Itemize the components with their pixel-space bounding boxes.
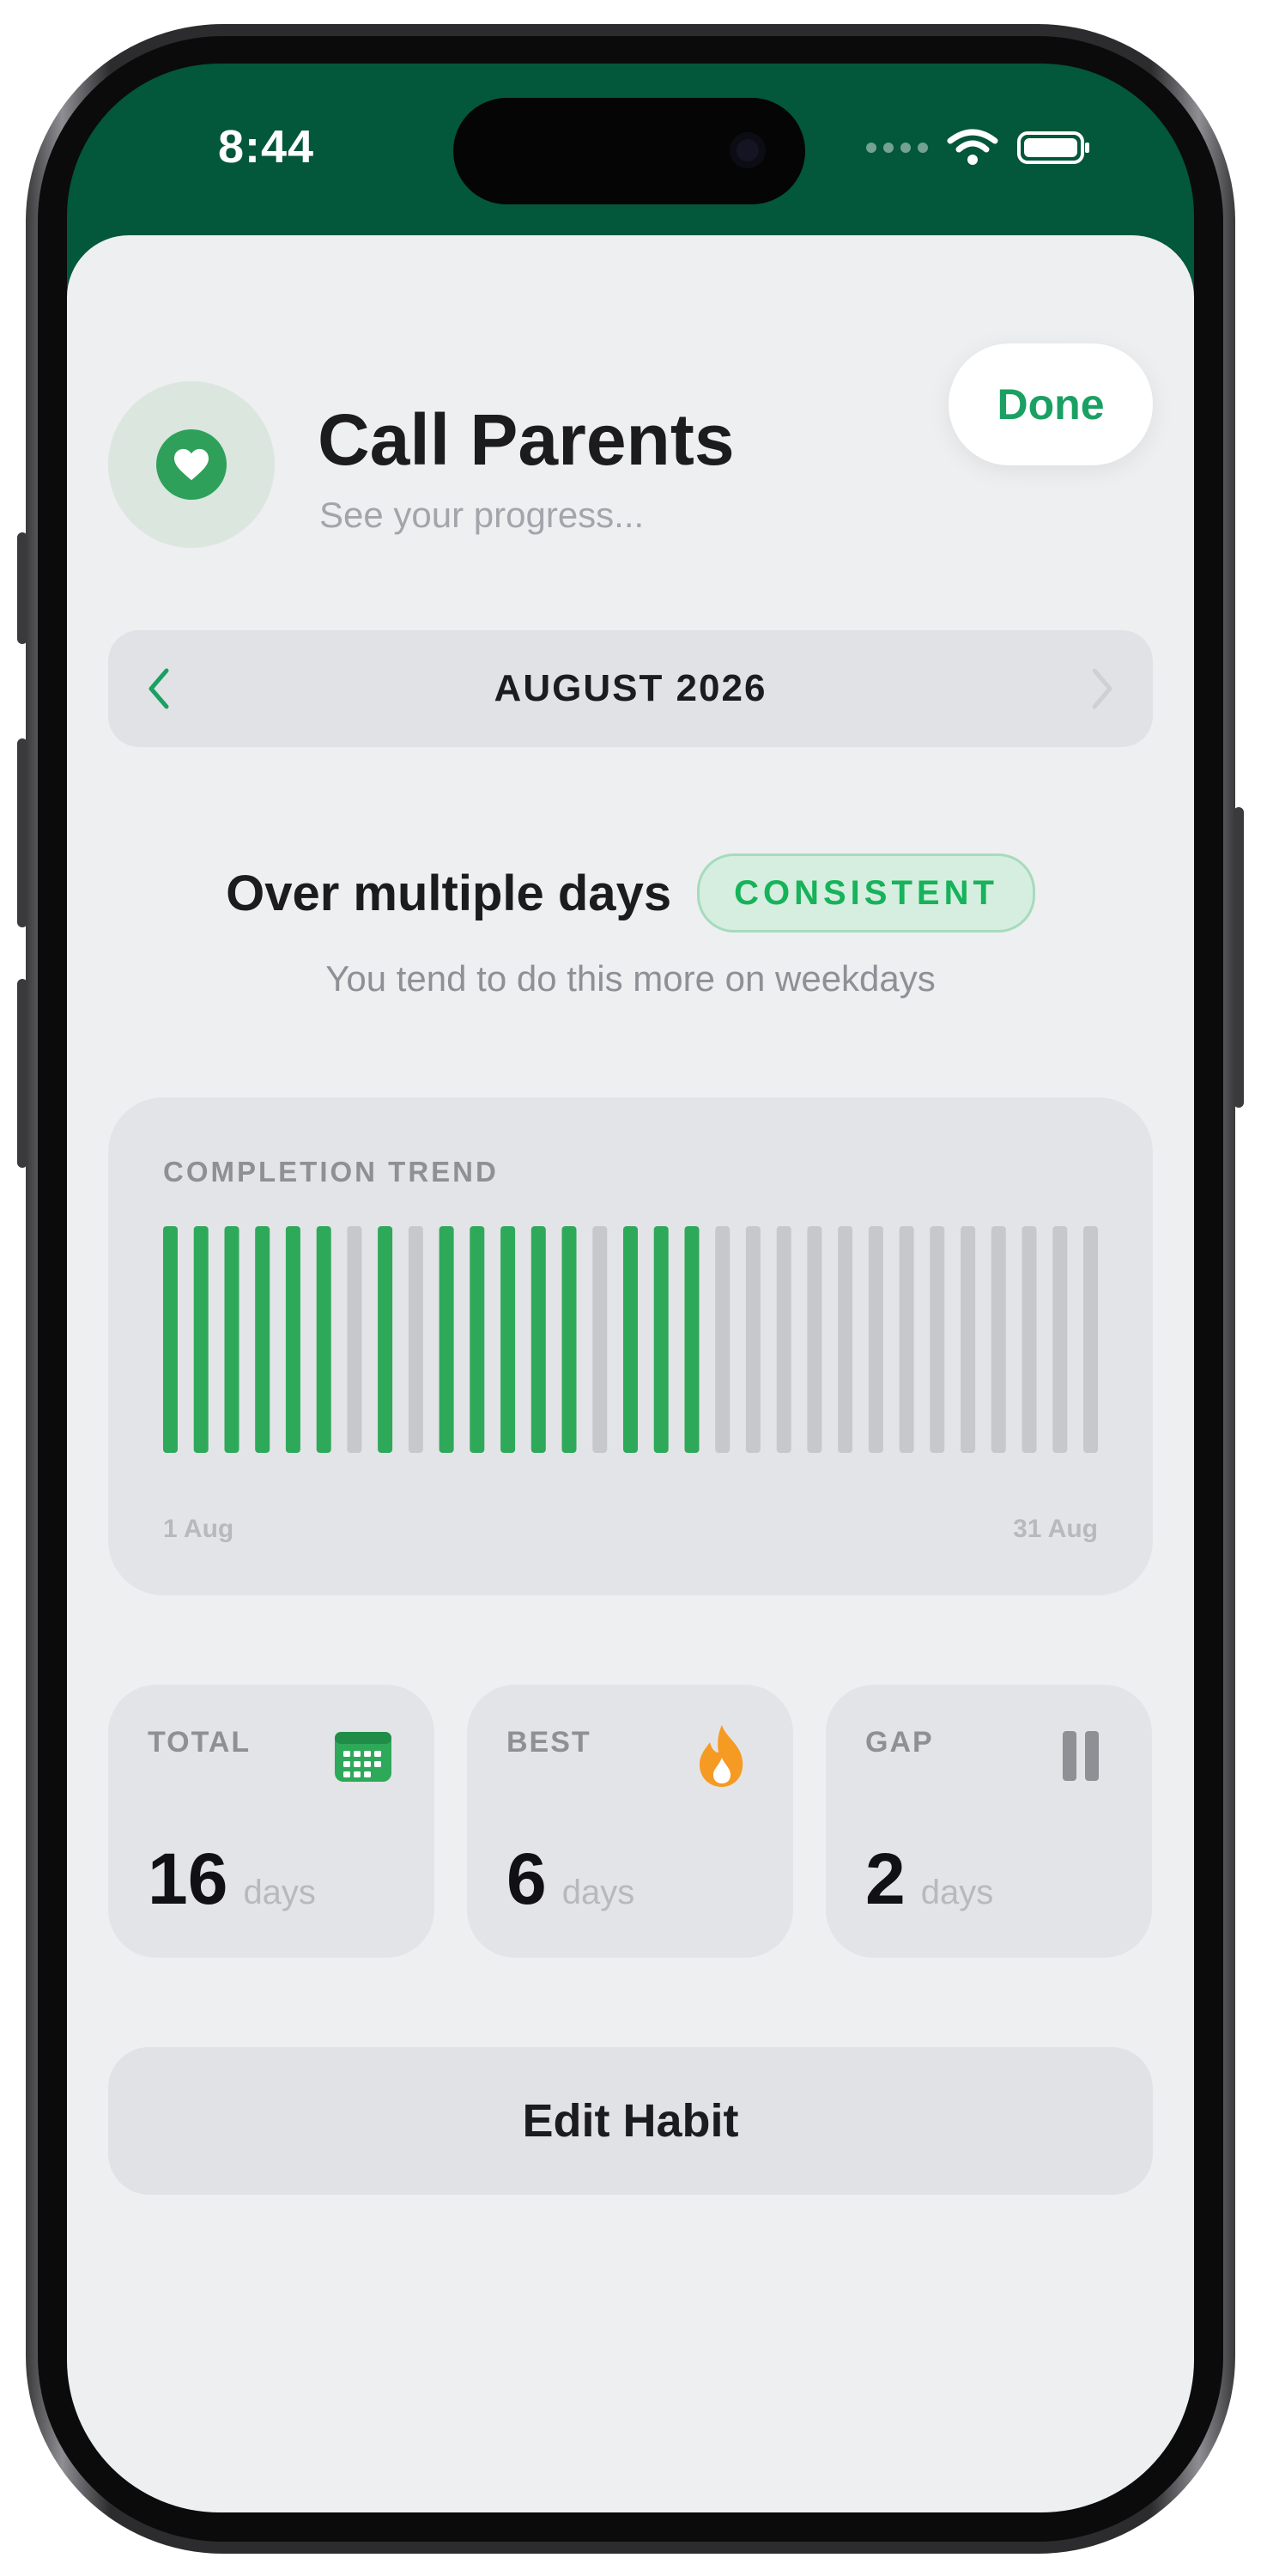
trend-bar-day-10 <box>439 1226 454 1453</box>
trend-label: COMPLETION TREND <box>163 1156 499 1188</box>
stat-card-gap: GAP 2 days <box>826 1685 1152 1958</box>
screen: 8:44 Done Call Parents See your progress… <box>67 64 1194 2512</box>
wifi-icon <box>947 129 998 165</box>
stat-unit: days <box>920 1874 994 1911</box>
trend-bar-day-12 <box>500 1226 516 1453</box>
trend-bar-day-8 <box>378 1226 393 1453</box>
status-icons <box>866 129 1091 167</box>
trend-bar-day-9 <box>408 1226 423 1453</box>
trend-bar-day-5 <box>285 1226 300 1453</box>
battery-icon <box>1017 131 1089 164</box>
flame-icon <box>700 1725 743 1787</box>
trend-bar-day-7 <box>347 1226 362 1453</box>
stat-unit: days <box>243 1874 316 1911</box>
trend-bar-day-29 <box>1022 1226 1037 1453</box>
stat-unit: days <box>561 1874 635 1911</box>
pattern-title: Over multiple days <box>226 865 672 921</box>
pause-icon <box>1063 1731 1099 1781</box>
trend-bar-day-15 <box>592 1226 608 1453</box>
trend-bar-day-11 <box>470 1226 485 1453</box>
stat-card-best: BEST 6 days <box>467 1685 793 1958</box>
trend-bar-day-20 <box>745 1226 761 1453</box>
stat-value: 16 <box>148 1838 228 1919</box>
stat-value: 2 <box>865 1838 906 1919</box>
edit-habit-button[interactable]: Edit Habit <box>108 2047 1153 2195</box>
stat-label: GAP <box>865 1726 934 1759</box>
stat-label: BEST <box>506 1726 591 1759</box>
volume-up-button <box>17 738 27 927</box>
trend-bar-day-30 <box>1052 1226 1068 1453</box>
chevron-right-icon <box>1092 668 1112 709</box>
volume-down-button <box>17 979 27 1168</box>
trend-bar-day-17 <box>653 1226 669 1453</box>
trend-bar-day-14 <box>561 1226 577 1453</box>
trend-bar-day-4 <box>255 1226 270 1453</box>
trend-bar-day-3 <box>224 1226 239 1453</box>
calendar-icon <box>335 1732 391 1782</box>
trend-bar-day-19 <box>715 1226 731 1453</box>
trend-bar-day-13 <box>530 1226 546 1453</box>
power-button <box>1234 807 1244 1108</box>
habit-detail-sheet: Done Call Parents See your progress... A… <box>67 235 1194 2512</box>
consistency-badge: CONSISTENT <box>697 854 1035 933</box>
habit-subtitle: See your progress... <box>319 495 645 535</box>
trend-bar-day-25 <box>899 1226 914 1453</box>
trend-bar-day-23 <box>838 1226 853 1453</box>
heart-icon <box>174 448 209 481</box>
axis-end-label: 31 Aug <box>1013 1515 1098 1543</box>
month-navigator: AUGUST 2026 <box>108 630 1153 747</box>
trend-bar-day-16 <box>623 1226 638 1453</box>
chevron-left-icon <box>149 668 169 709</box>
trend-bar-day-6 <box>316 1226 331 1453</box>
trend-bar-day-1 <box>163 1226 178 1453</box>
trend-bar-day-21 <box>776 1226 791 1453</box>
habit-title: Call Parents <box>318 399 735 480</box>
trend-bar-day-27 <box>961 1226 976 1453</box>
stat-label: TOTAL <box>148 1726 252 1759</box>
action-button <box>17 532 27 644</box>
month-label: AUGUST 2026 <box>494 667 767 709</box>
previous-month-button[interactable] <box>112 630 206 747</box>
axis-start-label: 1 Aug <box>163 1515 234 1543</box>
stat-value: 6 <box>506 1838 547 1919</box>
dynamic-island <box>453 98 805 204</box>
trend-bar-day-24 <box>868 1226 883 1453</box>
trend-bar-day-26 <box>930 1226 945 1453</box>
pattern-header: Over multiple days CONSISTENT <box>67 854 1194 933</box>
trend-bar-day-18 <box>684 1226 700 1453</box>
trend-bar-day-2 <box>193 1226 209 1453</box>
completion-trend-chart <box>163 1226 1098 1453</box>
completion-trend-card: COMPLETION TREND 1 Aug 31 Aug <box>108 1097 1153 1595</box>
habit-avatar <box>108 381 275 548</box>
trend-bar-day-22 <box>807 1226 822 1453</box>
trend-bar-day-31 <box>1083 1226 1098 1453</box>
status-time: 8:44 <box>218 121 315 173</box>
stat-card-total: TOTAL 16 days <box>108 1685 434 1958</box>
pattern-description: You tend to do this more on weekdays <box>325 958 936 999</box>
cellular-signal-icon <box>866 143 928 153</box>
next-month-button[interactable] <box>1055 630 1149 747</box>
trend-bar-day-28 <box>991 1226 1006 1453</box>
done-button[interactable]: Done <box>949 343 1153 465</box>
